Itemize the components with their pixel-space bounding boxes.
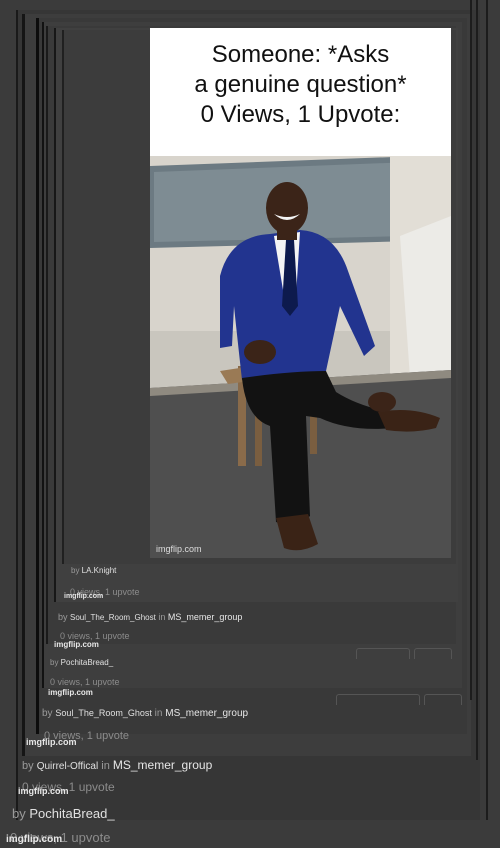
by-label: by [42, 708, 56, 719]
watermark: imgflip.com [64, 593, 104, 600]
username-link[interactable]: Soul_The_Room_Ghost [55, 708, 152, 718]
meme-image[interactable]: Someone: *Asks a genuine question* 0 Vie… [150, 28, 451, 558]
action-button[interactable] [424, 694, 462, 705]
caption-line: Someone: *Asks [211, 41, 390, 68]
in-label: in [98, 760, 113, 772]
by-label: by [71, 566, 82, 575]
group-link[interactable]: MS_memer_group [165, 708, 248, 719]
meme-caption: Someone: *Asks a genuine question* 0 Vie… [150, 40, 451, 130]
post-attribution: by PochitaBread_ [50, 658, 113, 667]
watermark: imgflip.com [156, 544, 202, 554]
in-label: in [151, 708, 166, 719]
watermark: imgflip.com [48, 688, 93, 697]
frame-right-edge [470, 0, 472, 700]
watermark: imgflip.com [18, 786, 69, 796]
frame-right-edge [486, 0, 488, 820]
username-link[interactable]: Quirrel-Offical [37, 761, 99, 772]
username-link[interactable]: PochitaBread_ [61, 658, 113, 667]
group-link[interactable]: MS_memer_group [113, 758, 212, 772]
watermark: imgflip.com [54, 640, 99, 649]
username-link[interactable]: Soul_The_Room_Ghost [70, 613, 156, 622]
caption-line: a genuine question* [194, 71, 407, 98]
in-label: in [155, 612, 168, 622]
action-button[interactable] [336, 694, 420, 705]
action-button[interactable] [414, 648, 452, 659]
post-attribution: by Quirrel-Offical in MS_memer_group [22, 758, 212, 772]
watermark: imgflip.com [6, 834, 63, 845]
view-count: 0 views, 1 upvote [50, 677, 120, 687]
post-attribution: by Soul_The_Room_Ghost in MS_memer_group [58, 612, 242, 622]
username-link[interactable]: LA.Knight [82, 566, 117, 575]
post-attribution: by LA.Knight [71, 566, 116, 575]
post-attribution: by PochitaBread_ [12, 806, 115, 821]
watermark: imgflip.com [26, 737, 77, 747]
meme-photo [150, 156, 451, 558]
username-link[interactable]: PochitaBread_ [29, 806, 114, 821]
by-label: by [50, 658, 61, 667]
post-attribution: by Soul_The_Room_Ghost in MS_memer_group [42, 708, 248, 719]
action-button[interactable] [356, 648, 410, 659]
by-label: by [58, 612, 71, 622]
group-link[interactable]: MS_memer_group [168, 612, 243, 622]
caption-line: 0 Views, 1 Upvote: [200, 101, 401, 128]
frame-right-edge [476, 0, 478, 760]
by-label: by [12, 806, 30, 821]
by-label: by [22, 760, 37, 772]
